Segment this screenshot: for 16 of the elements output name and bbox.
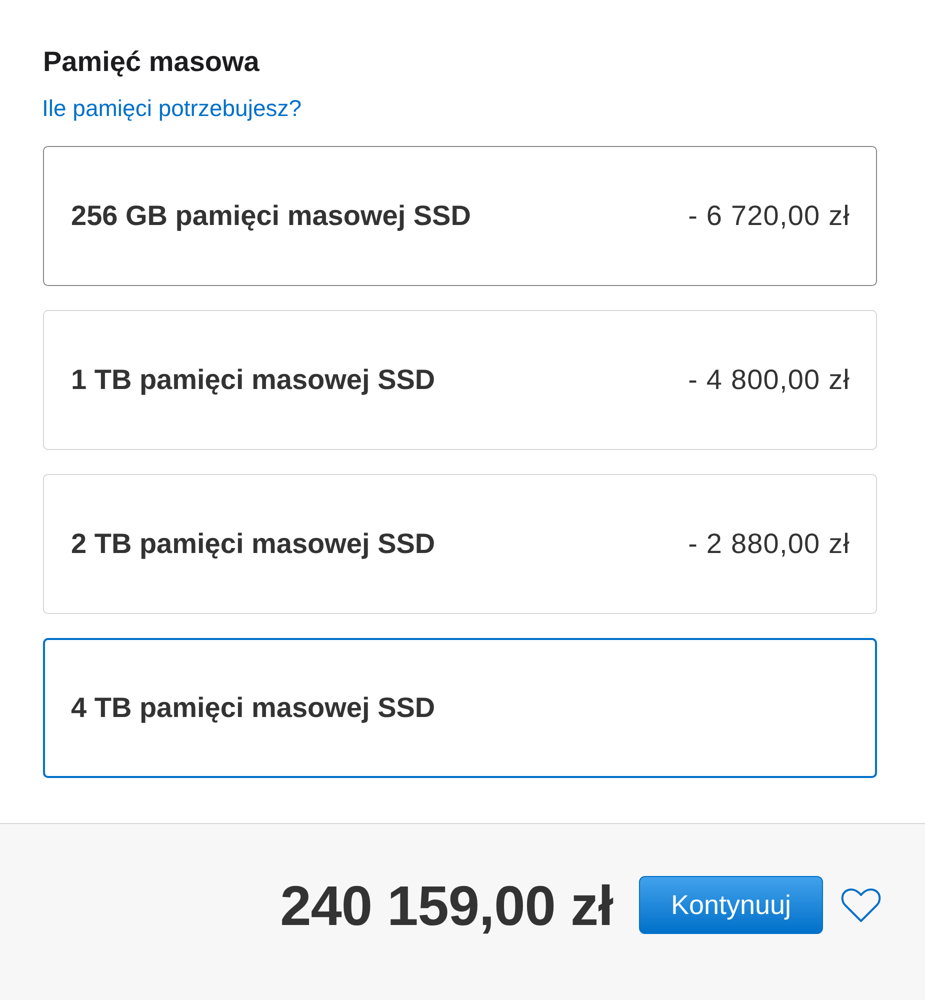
option-label: 256 GB pamięci masowej SSD [71,200,471,232]
heart-icon[interactable] [841,888,881,922]
price-delta: - 2 880,00 zł [688,528,850,560]
help-link[interactable]: Ile pamięci potrzebujesz? [42,94,302,122]
option-label: 1 TB pamięci masowej SSD [71,364,436,396]
section-title: Pamięć masowa [43,45,260,79]
option-label: 4 TB pamięci masowej SSD [71,692,436,724]
storage-option-card[interactable]: 256 GB pamięci masowej SSD - 6 720,00 zł [43,146,877,286]
storage-option-card[interactable]: 4 TB pamięci masowej SSD [43,638,877,778]
price-delta: - 6 720,00 zł [688,200,850,232]
storage-option-card[interactable]: 1 TB pamięci masowej SSD - 4 800,00 zł [43,310,877,450]
total-price: 240 159,00 zł [280,872,613,938]
continue-button[interactable]: Kontynuuj [639,876,823,934]
storage-option-card[interactable]: 2 TB pamięci masowej SSD - 2 880,00 zł [43,474,877,614]
price-delta: - 4 800,00 zł [688,364,850,396]
option-label: 2 TB pamięci masowej SSD [71,528,436,560]
